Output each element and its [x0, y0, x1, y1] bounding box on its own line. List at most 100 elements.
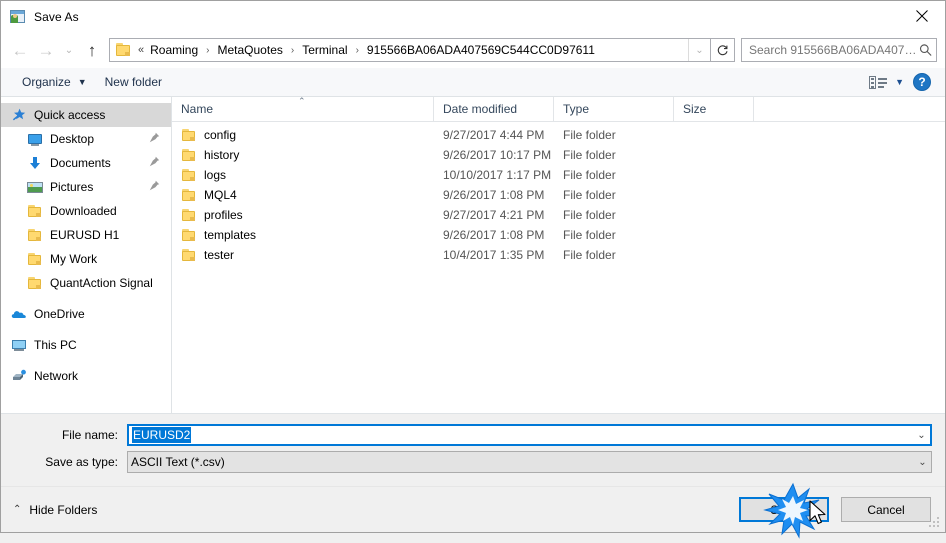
sidebar-item-desktop[interactable]: Desktop	[1, 127, 171, 151]
organize-button[interactable]: Organize ▼	[13, 72, 96, 92]
breadcrumb-item-terminal[interactable]: Terminal	[301, 43, 348, 57]
file-type-cell: File folder	[563, 128, 616, 142]
breadcrumb-dropdown-button[interactable]: ⌄	[688, 39, 710, 61]
title-bar: Save As	[1, 1, 945, 32]
folder-icon	[181, 127, 197, 143]
close-button[interactable]	[899, 1, 945, 31]
save-as-type-select[interactable]: ASCII Text (*.csv) ⌄	[127, 451, 932, 473]
file-name-cell: MQL4	[172, 187, 434, 203]
chevron-down-icon[interactable]: ⌄	[914, 457, 931, 468]
resize-grip[interactable]	[929, 517, 941, 529]
file-name-label: logs	[204, 168, 227, 182]
search-icon	[919, 44, 932, 56]
file-name-label: File name:	[61, 428, 118, 442]
folder-icon	[181, 167, 197, 183]
star-pin-icon	[11, 107, 27, 123]
search-placeholder: Search 915566BA06ADA40756...	[749, 43, 919, 57]
file-list-pane: Name ⌃ Date modified Type Size config 9/…	[172, 96, 945, 413]
chevron-down-icon[interactable]: ⌄	[913, 430, 930, 441]
up-button[interactable]: ↑	[79, 37, 105, 63]
file-type-cell: File folder	[563, 168, 616, 182]
organize-label: Organize	[22, 75, 71, 89]
folder-icon	[181, 227, 197, 243]
up-arrow-icon: ↑	[87, 40, 97, 60]
pin-icon[interactable]	[149, 180, 160, 194]
sidebar-item-label: EURUSD H1	[50, 228, 120, 242]
sidebar-item-label: My Work	[50, 252, 98, 266]
cancel-button[interactable]: Cancel	[841, 497, 931, 522]
table-row[interactable]: profiles 9/27/2017 4:21 PM File folder	[172, 205, 945, 225]
table-row[interactable]: tester 10/4/2017 1:35 PM File folder	[172, 245, 945, 265]
column-header-name[interactable]: Name ⌃	[172, 96, 434, 122]
breadcrumb-separator-icon: ›	[206, 44, 210, 56]
column-header-label: Size	[683, 102, 707, 116]
breadcrumb-item-metaquotes[interactable]: MetaQuotes	[217, 43, 284, 57]
file-date-cell: 9/27/2017 4:21 PM	[443, 208, 545, 222]
file-name-input[interactable]: EURUSD2 ⌄	[127, 424, 932, 446]
breadcrumb-item-guid[interactable]: 915566BA06ADA407569C544CC0D97611	[366, 43, 596, 57]
save-as-type-row: Save as type: ASCII Text (*.csv) ⌄	[1, 451, 945, 473]
sidebar-item-downloaded[interactable]: Downloaded	[1, 199, 171, 223]
column-header-size[interactable]: Size	[674, 96, 754, 122]
sidebar-item-documents[interactable]: Documents	[1, 151, 171, 175]
sidebar-item-quantaction-signal[interactable]: QuantAction Signal	[1, 271, 171, 295]
table-row[interactable]: templates 9/26/2017 1:08 PM File folder	[172, 225, 945, 245]
sidebar-item-quick-access[interactable]: Quick access	[1, 103, 171, 127]
file-list: config 9/27/2017 4:44 PM File folder his…	[172, 122, 945, 413]
save-as-type-label: Save as type:	[45, 455, 118, 469]
table-row[interactable]: history 9/26/2017 10:17 PM File folder	[172, 145, 945, 165]
sidebar-item-this-pc[interactable]: This PC	[1, 333, 171, 357]
sidebar-item-pictures[interactable]: Pictures	[1, 175, 171, 199]
pin-icon[interactable]	[149, 156, 160, 170]
search-input[interactable]: Search 915566BA06ADA40756...	[741, 38, 937, 62]
sidebar-item-label: Quick access	[34, 108, 106, 122]
column-header-date-modified[interactable]: Date modified	[434, 96, 554, 122]
save-form: File name: EURUSD2 ⌄ Save as type: ASCII…	[1, 413, 945, 486]
breadcrumb-overflow-icon[interactable]: «	[138, 44, 149, 56]
save-button[interactable]: Save	[739, 497, 829, 522]
recent-locations-button[interactable]: ⌄	[59, 37, 79, 63]
help-icon: ?	[918, 75, 926, 89]
file-type-cell: File folder	[563, 148, 616, 162]
file-name-cell: config	[172, 127, 434, 143]
file-date-cell: 10/4/2017 1:35 PM	[443, 248, 545, 262]
new-folder-button[interactable]: New folder	[96, 72, 171, 92]
file-name-cell: tester	[172, 247, 434, 263]
refresh-button[interactable]	[711, 38, 735, 62]
table-row[interactable]: logs 10/10/2017 1:17 PM File folder	[172, 165, 945, 185]
save-as-dialog: Save As ← → ⌄ ↑ « Roaming › MetaQuotes ›…	[0, 0, 946, 539]
sidebar-item-eurusd-h1[interactable]: EURUSD H1	[1, 223, 171, 247]
view-mode-button[interactable]: ▼	[862, 73, 911, 92]
table-row[interactable]: config 9/27/2017 4:44 PM File folder	[172, 125, 945, 145]
sidebar-item-network[interactable]: Network	[1, 364, 171, 388]
file-name-label: config	[204, 128, 237, 142]
file-type-cell: File folder	[563, 248, 616, 262]
forward-button[interactable]: →	[33, 37, 59, 63]
file-type-cell: File folder	[563, 188, 616, 202]
help-button[interactable]: ?	[913, 73, 931, 91]
back-button[interactable]: ←	[7, 37, 33, 63]
file-name-cell: templates	[172, 227, 434, 243]
file-date-cell: 9/26/2017 1:08 PM	[443, 228, 545, 242]
breadcrumb-item-roaming[interactable]: Roaming	[149, 43, 199, 57]
navigation-sidebar: Quick access Desktop Documents Pictures …	[1, 97, 172, 413]
file-name-cell: history	[172, 147, 434, 163]
breadcrumb-separator-icon: ›	[355, 44, 359, 56]
sidebar-item-my-work[interactable]: My Work	[1, 247, 171, 271]
chevron-down-icon: ⌄	[695, 44, 704, 56]
pin-icon[interactable]	[149, 132, 160, 146]
window-title: Save As	[34, 9, 79, 24]
column-header-label: Name	[181, 102, 214, 116]
breadcrumb[interactable]: « Roaming › MetaQuotes › Terminal › 9155…	[109, 38, 711, 62]
column-header-type[interactable]: Type	[554, 96, 674, 122]
desktop-icon	[27, 131, 43, 147]
file-name-value: EURUSD2	[132, 427, 192, 443]
hide-folders-button[interactable]: ⌃ Hide Folders	[13, 503, 97, 517]
column-header-label: Date modified	[443, 102, 518, 116]
file-name-label: profiles	[204, 208, 243, 222]
table-row[interactable]: MQL4 9/26/2017 1:08 PM File folder	[172, 185, 945, 205]
sidebar-item-onedrive[interactable]: OneDrive	[1, 302, 171, 326]
file-name-label: tester	[204, 248, 235, 262]
documents-icon	[27, 155, 43, 171]
file-type-cell: File folder	[563, 228, 616, 242]
